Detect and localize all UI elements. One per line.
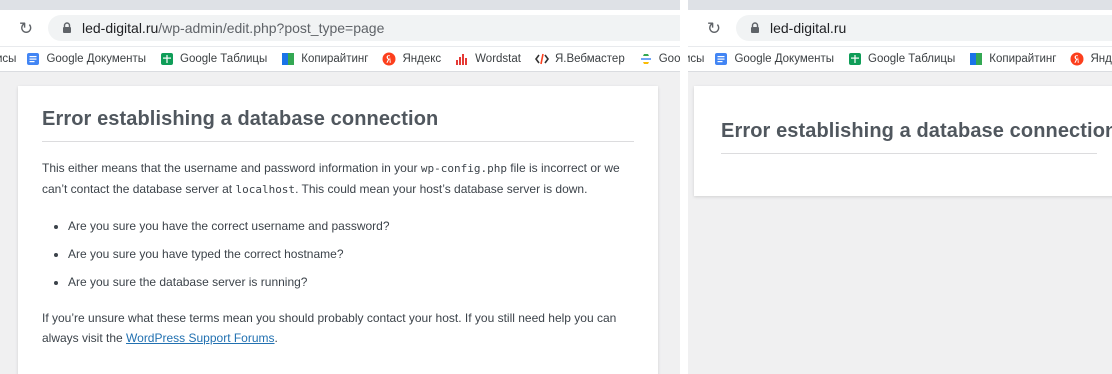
bookmark-google-search-console[interactable]: Google S [639, 52, 680, 66]
bookmark-cut[interactable]: исы [688, 53, 704, 65]
window-divider [680, 0, 688, 374]
bookmark-label: Копирайтинг [301, 53, 369, 65]
bookmark-copywriting[interactable]: Копирайтинг [281, 52, 368, 66]
bookmarks-bar: исы Google Документы Google Таблицы Копи… [688, 47, 1112, 72]
page-content: Error establishing a database connection [688, 72, 1112, 374]
bookmark-label: Google S [658, 53, 680, 65]
bookmark-label: Google Таблицы [868, 53, 956, 65]
yandex-icon [382, 52, 396, 66]
address-bar: ↻ led-digital.ru [688, 10, 1112, 47]
bookmark-label: Я.Вебмастер [554, 53, 625, 65]
bookmark-label: Яндекс [1090, 53, 1112, 65]
bookmark-google-sheets[interactable]: Google Таблицы [160, 52, 267, 66]
bookmark-google-sheets[interactable]: Google Таблицы [848, 52, 955, 66]
bookmark-label: Wordstat [475, 53, 521, 65]
bookmark-label: Google Документы [46, 53, 147, 65]
bookmark-wordstat[interactable]: Wordstat [455, 52, 521, 66]
bookmark-label: Яндекс [402, 53, 442, 65]
bookmark-google-docs[interactable]: Google Документы [714, 52, 834, 66]
google-docs-icon [27, 53, 40, 65]
tab-strip-edge [688, 0, 1112, 10]
error-text: This either means that the username and … [42, 161, 421, 175]
error-title: Error establishing a database connection [721, 86, 1112, 154]
lock-icon [63, 22, 71, 33]
bookmark-cut[interactable]: исы [0, 53, 16, 65]
url-host: led-digital.ru [82, 20, 159, 36]
bookmark-copywriting[interactable]: Копирайтинг [969, 52, 1056, 66]
config-file-code: wp-config.php [420, 162, 507, 175]
bookmark-label: Google Таблицы [180, 53, 268, 65]
wordstat-icon [456, 54, 468, 65]
omnibox[interactable]: led-digital.ru/wp-admin/edit.php?post_ty… [48, 15, 680, 41]
yandex-icon [1070, 52, 1084, 66]
url-text: led-digital.ru/wp-admin/edit.php?post_ty… [82, 20, 384, 36]
bookmark-webmaster[interactable]: Я.Вебмастер [534, 52, 625, 66]
bookmark-yandex[interactable]: Яндекс [1070, 52, 1112, 66]
url-path: /wp-admin/edit.php?post_type=page [158, 20, 385, 36]
reload-icon[interactable]: ↻ [16, 19, 36, 39]
support-forums-link[interactable]: WordPress Support Forums [126, 331, 275, 345]
page-content: Error establishing a database connection… [0, 72, 680, 374]
address-bar: ↻ led-digital.ru/wp-admin/edit.php?post_… [0, 10, 680, 47]
google-sheets-icon [849, 53, 862, 65]
lock-icon [751, 22, 759, 33]
bookmark-google-docs[interactable]: Google Документы [26, 52, 146, 66]
omnibox[interactable]: led-digital.ru [736, 15, 1112, 41]
right-browser-window: ↻ led-digital.ru исы Google Документы Go… [688, 0, 1112, 374]
host-code: localhost [235, 183, 296, 196]
error-text: . This could mean your host’s database s… [295, 182, 588, 196]
checklist-item: Are you sure you have typed the correct … [68, 244, 634, 264]
error-card: Error establishing a database connection… [18, 86, 658, 374]
google-search-console-icon [640, 54, 651, 64]
google-docs-icon [715, 53, 728, 65]
checklist-item: Are you sure the database server is runn… [68, 272, 634, 292]
checklist-item: Are you sure you have the correct userna… [68, 216, 634, 236]
reload-icon[interactable]: ↻ [704, 19, 724, 39]
tab-strip-edge [0, 0, 680, 10]
error-title: Error establishing a database connection [42, 86, 634, 142]
bookmark-yandex[interactable]: Яндекс [382, 52, 441, 66]
help-text-end: . [274, 331, 278, 345]
help-text: If you’re unsure what these terms mean y… [42, 308, 634, 348]
url-text: led-digital.ru [770, 20, 847, 36]
webmaster-icon [534, 53, 549, 65]
error-description: This either means that the username and … [42, 158, 634, 200]
bookmarks-bar: исы Google Документы Google Таблицы Копи… [0, 47, 680, 72]
bookmark-label: Google Документы [734, 53, 835, 65]
folder-icon [282, 53, 295, 65]
left-browser-window: ↻ led-digital.ru/wp-admin/edit.php?post_… [0, 0, 680, 374]
bookmark-label: Копирайтинг [989, 53, 1057, 65]
google-sheets-icon [161, 53, 174, 65]
folder-icon [970, 53, 983, 65]
checklist: Are you sure you have the correct userna… [42, 216, 634, 292]
error-card: Error establishing a database connection [694, 86, 1112, 196]
